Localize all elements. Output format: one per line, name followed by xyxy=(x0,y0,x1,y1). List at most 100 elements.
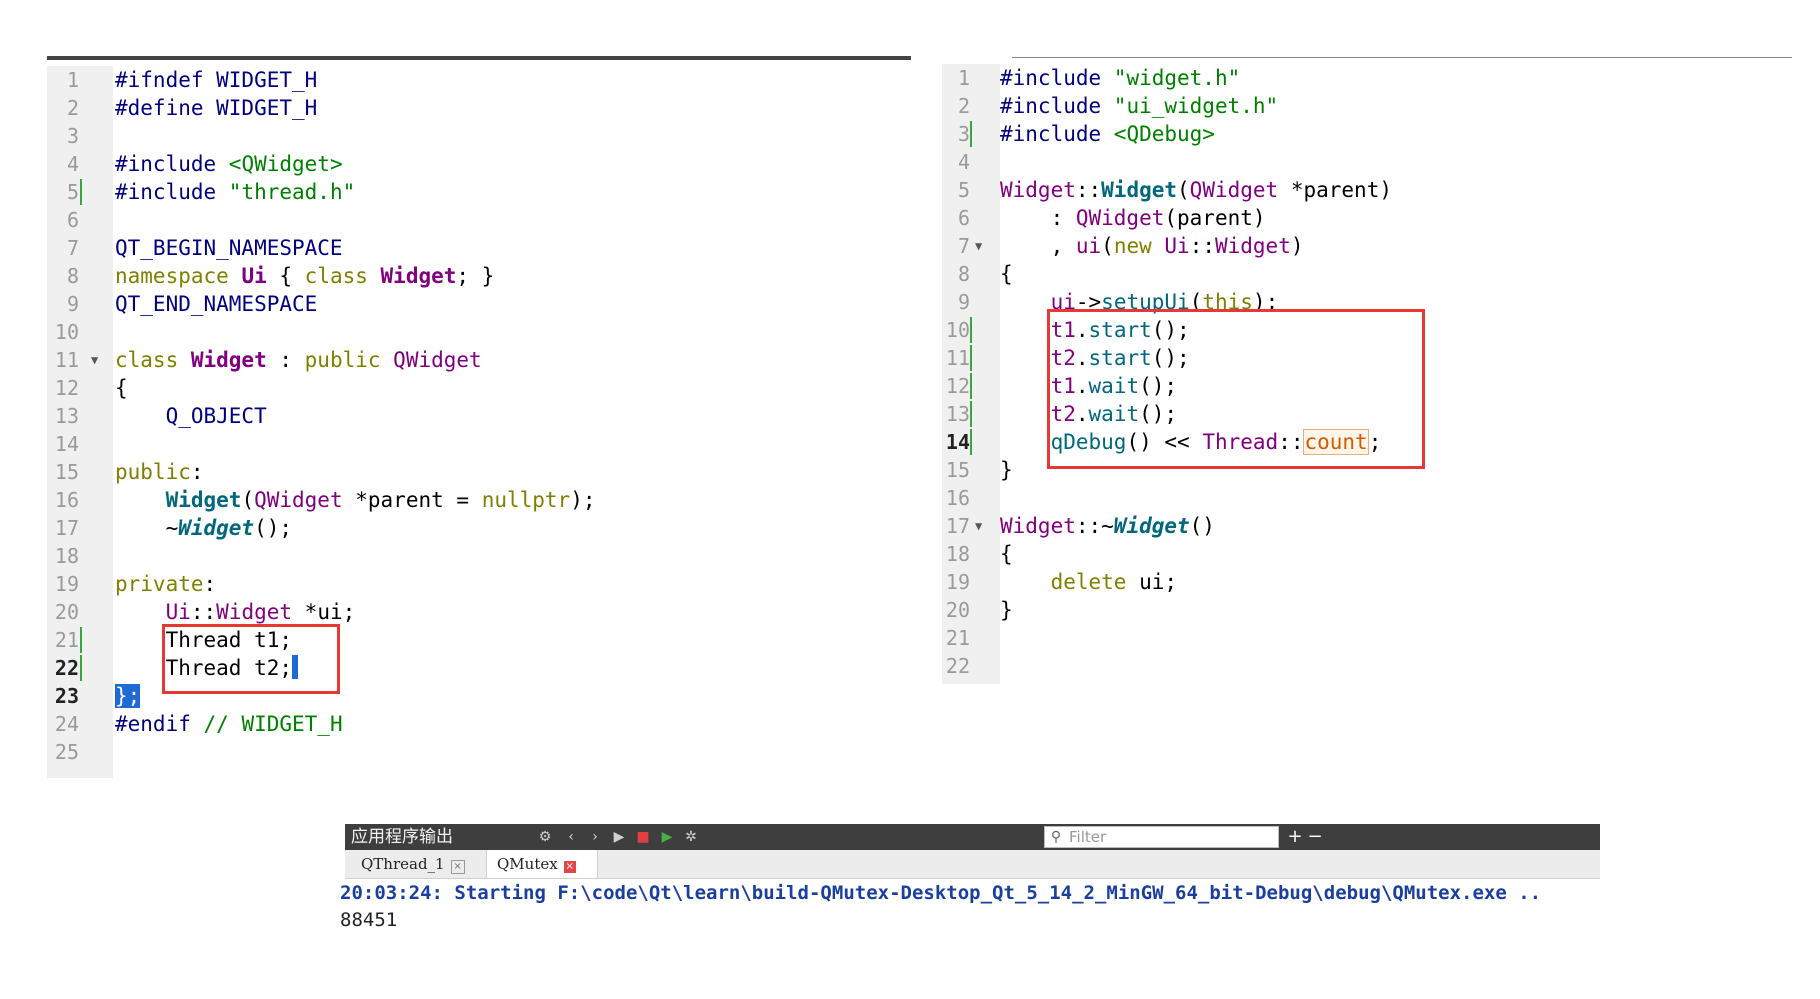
zoom-in-icon[interactable]: + xyxy=(1285,827,1305,847)
code-token: #include xyxy=(115,180,229,204)
code-text: Widget::~Widget() xyxy=(1000,512,1215,540)
code-line[interactable]: 3 xyxy=(47,122,907,150)
right-highlight-box xyxy=(1047,309,1425,469)
code-line[interactable]: 2 #define WIDGET_H xyxy=(47,94,907,122)
close-tab-icon[interactable]: × xyxy=(563,861,576,873)
code-line[interactable]: 21 xyxy=(942,624,1788,652)
code-line[interactable]: 5 Widget::Widget(QWidget *parent) xyxy=(942,176,1788,204)
code-line[interactable]: 6 xyxy=(47,206,907,234)
filter-input[interactable]: ⚲ Filter xyxy=(1044,826,1279,848)
code-token: *ui; xyxy=(292,600,356,624)
line-number: 2 xyxy=(66,96,79,120)
code-line[interactable]: 4 #include <QWidget> xyxy=(47,150,907,178)
line-number: 24 xyxy=(54,712,79,736)
fold-arrow-icon[interactable]: ▼ xyxy=(975,512,982,540)
code-line[interactable]: 17 ~Widget(); xyxy=(47,514,907,542)
code-line[interactable]: 18 xyxy=(47,542,907,570)
code-text: QT_END_NAMESPACE xyxy=(115,290,317,318)
change-marker xyxy=(970,345,972,371)
code-token: #include xyxy=(1000,122,1114,146)
code-token: Widget xyxy=(165,488,242,512)
close-tab-icon[interactable]: × xyxy=(450,860,465,874)
tab-qthread-1[interactable]: QThread_1 × xyxy=(351,850,485,878)
debug-run-icon[interactable]: ▶ xyxy=(657,827,677,847)
code-line[interactable]: 4 xyxy=(942,148,1788,176)
code-line[interactable]: 19 private: xyxy=(47,570,907,598)
fold-arrow-icon[interactable]: ▼ xyxy=(91,346,98,374)
code-token: ) xyxy=(1290,234,1304,258)
change-marker xyxy=(80,655,82,681)
gear-icon[interactable]: ✲ xyxy=(681,827,701,847)
code-line[interactable]: 7 ▼ , ui(new Ui::Widget) xyxy=(942,232,1788,260)
code-line[interactable]: 17 ▼ Widget::~Widget() xyxy=(942,512,1788,540)
code-token: ui; xyxy=(1139,570,1178,594)
code-text: : QWidget(parent) xyxy=(1000,204,1266,232)
code-line[interactable]: 10 xyxy=(47,318,907,346)
code-text: Ui::Widget *ui; xyxy=(115,598,356,626)
run-icon[interactable]: ▶ xyxy=(609,827,629,847)
code-line[interactable]: 24 #endif // WIDGET_H xyxy=(47,710,907,738)
line-number: 6 xyxy=(66,208,79,232)
code-line[interactable]: 8 namespace Ui { class Widget; } xyxy=(47,262,907,290)
code-line[interactable]: 12 { xyxy=(47,374,907,402)
code-line[interactable]: 20} xyxy=(942,596,1788,624)
line-number: 11 xyxy=(54,348,79,372)
line-number: 3 xyxy=(957,122,970,146)
code-token: QWidget xyxy=(1075,206,1165,230)
code-line[interactable]: 14 xyxy=(47,430,907,458)
code-token: namespace xyxy=(115,264,242,288)
code-line[interactable]: 6 : QWidget(parent) xyxy=(942,204,1788,232)
line-number: 14 xyxy=(54,432,79,456)
line-number: 25 xyxy=(54,740,79,764)
code-line[interactable]: 2 #include "ui_widget.h" xyxy=(942,92,1788,120)
code-line[interactable]: 25 xyxy=(47,738,907,766)
previous-icon[interactable]: ‹ xyxy=(561,827,581,847)
code-line[interactable]: 7 QT_BEGIN_NAMESPACE xyxy=(47,234,907,262)
code-line[interactable]: 19 delete ui; xyxy=(942,568,1788,596)
code-line[interactable]: 9 QT_END_NAMESPACE xyxy=(47,290,907,318)
code-line[interactable]: 1 #ifndef WIDGET_H xyxy=(47,66,907,94)
code-token: : xyxy=(1000,206,1076,230)
code-line[interactable]: 16 Widget(QWidget *parent = nullptr); xyxy=(47,486,907,514)
code-text: QT_BEGIN_NAMESPACE xyxy=(115,234,343,262)
code-line[interactable]: 16 xyxy=(942,484,1788,512)
code-line[interactable]: 18 { xyxy=(942,540,1788,568)
code-line[interactable]: 1 #include "widget.h" xyxy=(942,64,1788,92)
code-line[interactable]: 3 #include <QDebug> xyxy=(942,120,1788,148)
code-text: #include "ui_widget.h" xyxy=(1000,92,1278,120)
code-line[interactable]: 15 public: xyxy=(47,458,907,486)
code-token: // WIDGET_H xyxy=(203,712,343,736)
code-line[interactable]: 20 Ui::Widget *ui; xyxy=(47,598,907,626)
code-text: #endif // WIDGET_H xyxy=(115,710,343,738)
next-icon[interactable]: › xyxy=(585,827,605,847)
left-highlight-box xyxy=(162,624,340,694)
application-output-toolbar: 应用程序输出 ⚙ ‹ › ▶ ■ ▶ ✲ ⚲ Filter + − xyxy=(345,824,1600,850)
tab-qmutex[interactable]: QMutex × xyxy=(486,850,598,878)
code-token: () xyxy=(1189,514,1215,538)
zoom-out-icon[interactable]: − xyxy=(1305,827,1325,847)
line-number: 21 xyxy=(54,628,79,652)
code-token: <QDebug> xyxy=(1113,122,1215,146)
code-line[interactable]: 8{ xyxy=(942,260,1788,288)
code-token: ( xyxy=(1177,178,1190,202)
code-line[interactable]: 13 Q_OBJECT xyxy=(47,402,907,430)
code-line[interactable]: 5 #include "thread.h" xyxy=(47,178,907,206)
code-token: private xyxy=(115,572,204,596)
code-token: (); xyxy=(254,516,293,540)
code-token: ( xyxy=(1101,234,1114,258)
output-tab-bar: QThread_1 × QMutex × xyxy=(345,850,1600,879)
code-text: ~Widget(); xyxy=(115,514,292,542)
fold-arrow-icon[interactable]: ▼ xyxy=(975,232,982,260)
code-line[interactable]: 22 xyxy=(942,652,1788,680)
code-line[interactable]: 11 ▼ class Widget : public QWidget xyxy=(47,346,907,374)
code-text: }; xyxy=(115,682,141,710)
change-marker xyxy=(970,401,972,427)
line-number: 17 xyxy=(54,516,79,540)
stop-icon[interactable]: ■ xyxy=(633,827,653,847)
output-settings-icon[interactable]: ⚙ xyxy=(535,827,555,847)
code-token: : xyxy=(266,348,305,372)
